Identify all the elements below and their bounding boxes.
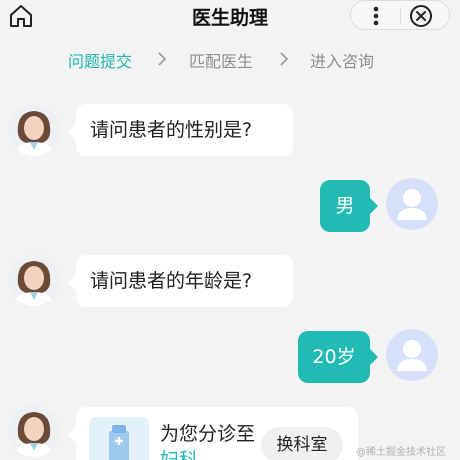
user-silhouette-icon bbox=[397, 189, 427, 220]
top-bar: 医生助理 bbox=[0, 0, 460, 32]
doctor-message-bubble: 请问患者的年龄是? bbox=[68, 255, 293, 307]
user-avatar bbox=[386, 329, 438, 381]
doctor-portrait-icon bbox=[8, 254, 60, 306]
user-avatar bbox=[386, 178, 438, 230]
doctor-avatar bbox=[8, 254, 60, 306]
user-silhouette-icon bbox=[397, 340, 427, 371]
doctor-avatar bbox=[8, 104, 60, 156]
message-text: 20岁 bbox=[312, 346, 356, 368]
message-text: 请问患者的年龄是? bbox=[90, 270, 253, 292]
doctor-avatar bbox=[8, 405, 60, 457]
switch-department-button[interactable]: 换科室 bbox=[261, 427, 343, 460]
close-icon[interactable] bbox=[409, 4, 433, 28]
triage-department[interactable]: 妇科 bbox=[160, 447, 255, 460]
doctor-portrait-icon bbox=[8, 405, 60, 457]
progress-steps: 问题提交 匹配医生 进入咨询 bbox=[0, 46, 460, 74]
triage-text: 为您分诊至 妇科 bbox=[160, 421, 255, 460]
watermark: @稀土掘金技术社区 bbox=[356, 447, 446, 458]
step-submit-question: 问题提交 bbox=[68, 52, 133, 71]
triage-card[interactable]: 为您分诊至 妇科 换科室 bbox=[68, 407, 358, 460]
mini-program-capsule bbox=[350, 0, 450, 30]
message-text: 请问患者的性别是? bbox=[90, 119, 253, 141]
chevron-right-icon bbox=[280, 52, 289, 66]
capsule-divider bbox=[400, 7, 401, 25]
step-match-doctor: 匹配医生 bbox=[189, 52, 254, 71]
chevron-right-icon bbox=[158, 52, 167, 66]
step-enter-consultation: 进入咨询 bbox=[310, 52, 375, 71]
doctor-message-bubble: 请问患者的性别是? bbox=[68, 104, 293, 156]
user-message-bubble: 20岁 bbox=[298, 331, 378, 383]
triage-label: 为您分诊至 bbox=[160, 423, 256, 445]
more-icon[interactable] bbox=[366, 4, 386, 28]
doctor-portrait-icon bbox=[8, 104, 60, 156]
user-message-bubble: 男 bbox=[320, 180, 378, 232]
message-text: 男 bbox=[335, 195, 355, 217]
department-icon bbox=[89, 417, 149, 460]
